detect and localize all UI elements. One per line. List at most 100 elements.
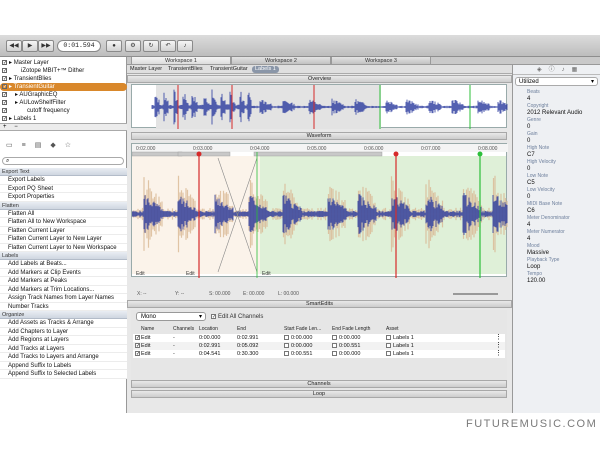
waveform-panel[interactable]: 0:02.000 0:03.000 0:04.000 0:05.000 0:06.000…	[131, 143, 508, 278]
clip-icon[interactable]: ▤	[35, 142, 51, 149]
table-column-header[interactable]: End	[237, 326, 246, 333]
table-row[interactable]: ✓ Edit - 0:02.991 0:05.092 0:00.000 0:00.551 La…	[133, 342, 505, 350]
layer-row[interactable]: ✓ ▸ TransientBlies	[0, 75, 127, 83]
action-item[interactable]: Add Markers at Peaks	[0, 277, 127, 286]
action-search[interactable]: ⌕	[2, 157, 124, 165]
overview-panel[interactable]	[131, 84, 508, 129]
cell-checkbox[interactable]	[386, 351, 391, 356]
breadcrumb-item[interactable]: Master Layer	[130, 66, 162, 73]
cell-checkbox[interactable]	[332, 343, 337, 348]
section-header[interactable]: Labels	[0, 252, 127, 260]
rewind-button[interactable]: ◀◀	[6, 40, 22, 52]
layer-visibility-checkbox[interactable]: ✓	[2, 59, 7, 65]
layer-visibility-checkbox[interactable]: ✓	[2, 115, 7, 121]
table-row[interactable]: ✓ Edit - 0:04.541 0:30.300 0:00.551 0:00.000 La…	[133, 350, 505, 358]
list-icon[interactable]: ≡	[22, 142, 35, 149]
layer-row[interactable]: ✓ cutoff frequency	[0, 107, 127, 115]
waveform-header[interactable]: Waveform	[131, 132, 507, 140]
cell-checkbox[interactable]	[284, 351, 289, 356]
row-stepper-icon[interactable]: ⋮	[495, 350, 502, 358]
inspector-select[interactable]: Utilized ▾	[515, 77, 598, 86]
property-value[interactable]: 120.00	[513, 277, 600, 285]
layer-visibility-checkbox[interactable]: ✓	[2, 99, 7, 105]
row-stepper-icon[interactable]: ⋮	[495, 334, 502, 342]
action-item[interactable]: Append Suffix to Labels	[0, 361, 127, 370]
action-item[interactable]: Assign Track Names from Layer Names	[0, 294, 127, 303]
table-column-header[interactable]: Location	[199, 326, 218, 333]
tag-icon[interactable]: ◈	[537, 67, 549, 73]
action-item[interactable]: Export Labels	[0, 176, 127, 185]
action-item[interactable]: Flatten Current Layer to New Workspace	[0, 243, 127, 252]
cell-checkbox[interactable]	[284, 335, 289, 340]
action-item[interactable]: Flatten Current Layer	[0, 226, 127, 235]
cell-checkbox[interactable]	[284, 343, 289, 348]
table-row[interactable]: ✓ Edit - 0:00.000 0:02.991 0:00.000 0:00.000 La…	[133, 334, 505, 342]
layer-row[interactable]: ✓ ▸ AULowShelfFilter	[0, 99, 127, 107]
property-value[interactable]: Loop	[513, 263, 600, 271]
action-item[interactable]: Add Chapters to Layer	[0, 327, 127, 336]
breadcrumb-item[interactable]: Labels 1	[252, 66, 279, 73]
section-header[interactable]: Flatten	[0, 201, 127, 210]
cell-checkbox[interactable]	[386, 343, 391, 348]
action-item[interactable]: Add Tracks to Layers and Arrange	[0, 353, 127, 362]
property-value[interactable]: C5	[513, 179, 600, 187]
settings-button[interactable]: ⚙	[125, 40, 141, 52]
tab-workspace[interactable]: Workspace 2	[231, 57, 331, 65]
section-header[interactable]: Export Text	[0, 168, 127, 176]
cell-checkbox[interactable]	[332, 351, 337, 356]
property-value[interactable]: 4	[513, 95, 600, 103]
forward-button[interactable]: ▶▶	[38, 40, 54, 52]
star-icon[interactable]: ☆	[65, 142, 80, 149]
layer-visibility-checkbox[interactable]: ✓	[2, 91, 7, 97]
breadcrumb-item[interactable]: TransientBlies	[168, 66, 203, 73]
row-stepper-icon[interactable]: ⋮	[495, 342, 502, 350]
sound-icon[interactable]: ♪	[562, 67, 572, 73]
action-item[interactable]: Add Markers at Trim Locations...	[0, 285, 127, 294]
loop-header[interactable]: Loop	[131, 390, 507, 398]
grid-icon[interactable]: ▦	[572, 67, 585, 73]
edit-all-checkbox[interactable]: ✓ Edit All Channels	[211, 313, 263, 321]
info-icon[interactable]: ⓘ	[549, 67, 562, 73]
record-button[interactable]: ●	[106, 40, 122, 52]
action-item[interactable]: Flatten All to New Workspace	[0, 218, 127, 227]
action-item[interactable]: Export Properties	[0, 193, 127, 202]
property-value[interactable]: 2012 Relevant Audio	[513, 109, 600, 117]
table-column-header[interactable]: End Fade Length	[332, 326, 370, 333]
action-item[interactable]: Add Labels at Beats...	[0, 260, 127, 269]
layer-visibility-checkbox[interactable]: ✓	[2, 107, 7, 113]
layer-row[interactable]: ✓ ▸ Labels 1	[0, 115, 127, 123]
overview-header[interactable]: Overview	[127, 75, 512, 83]
layer-visibility-checkbox[interactable]: ✓	[2, 75, 7, 81]
undo-button[interactable]: ↶	[160, 40, 176, 52]
row-checkbox[interactable]: ✓	[135, 335, 140, 341]
loop-button[interactable]: ↻	[143, 40, 159, 52]
property-value[interactable]: 0	[513, 123, 600, 131]
property-value[interactable]: C7	[513, 151, 600, 159]
play-button[interactable]: ▶	[22, 40, 38, 52]
property-value[interactable]: Massive	[513, 249, 600, 257]
add-layer-button[interactable]: +	[3, 124, 7, 130]
cell-checkbox[interactable]	[386, 335, 391, 340]
cell-checkbox[interactable]	[332, 335, 337, 340]
property-value[interactable]: 0	[513, 193, 600, 201]
action-item[interactable]: Export PQ Sheet	[0, 184, 127, 193]
layer-row[interactable]: ✓ ▸ Master Layer	[0, 59, 127, 67]
layer-row[interactable]: ✓ iZotope MBIT+™ Dither	[0, 67, 127, 75]
property-value[interactable]: C6	[513, 207, 600, 215]
layer-row[interactable]: ✓ ▸ AUGraphicEQ	[0, 91, 127, 99]
mode-select[interactable]: Mono ▾	[136, 312, 206, 321]
table-column-header[interactable]: Start Fade Len...	[284, 326, 321, 333]
marker-icon[interactable]: ◆	[50, 142, 64, 149]
property-value[interactable]: 0	[513, 137, 600, 145]
action-item[interactable]: Flatten All	[0, 209, 127, 218]
smartedits-header[interactable]: SmartEdits	[127, 300, 512, 308]
tab-workspace[interactable]: Workspace 1	[131, 57, 231, 65]
folder-icon[interactable]: ▭	[6, 142, 22, 149]
remove-layer-button[interactable]: −	[14, 124, 18, 130]
property-value[interactable]: 4	[513, 235, 600, 243]
table-column-header[interactable]: Name	[141, 326, 154, 333]
action-item[interactable]: Number Tracks	[0, 302, 127, 311]
layer-row[interactable]: ✓ ▸ TransientGuitar	[0, 83, 127, 91]
table-column-header[interactable]: Channels	[173, 326, 194, 333]
channels-header[interactable]: Channels	[131, 380, 507, 388]
